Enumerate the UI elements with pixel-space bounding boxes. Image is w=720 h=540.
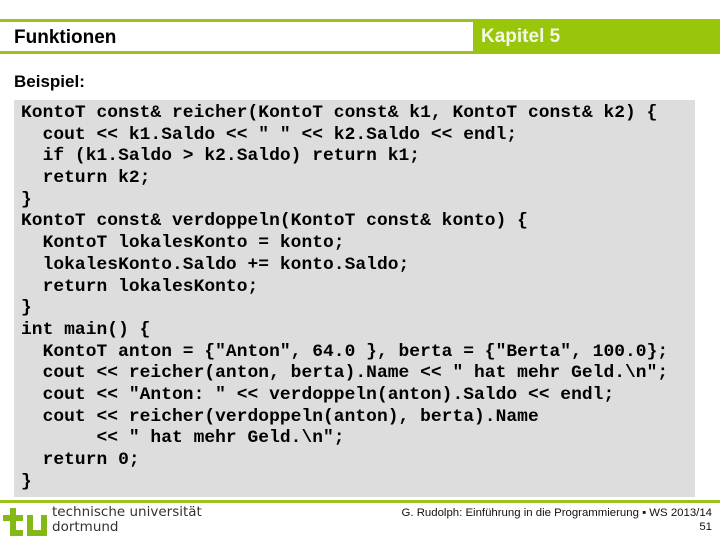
code-line: cout << k1.Saldo << " " << k2.Saldo << e… (21, 124, 518, 145)
section-heading: Beispiel: (14, 72, 85, 91)
slide-title: Funktionen (14, 27, 117, 48)
code-line: lokalesKonto.Saldo += konto.Saldo; (21, 254, 410, 275)
page-number: 51 (699, 521, 712, 533)
code-line: cout << reicher(verdoppeln(anton), berta… (21, 406, 539, 427)
code-line: << " hat mehr Geld.\n"; (21, 428, 345, 449)
course-credit: G. Rudolph: Einführung in die Programmie… (401, 507, 713, 519)
code-line: KontoT const& verdoppeln(KontoT const& k… (21, 211, 528, 232)
code-line: KontoT const& reicher(KontoT const& k1, … (21, 103, 658, 123)
footer-credit: G. Rudolph: Einführung in die Programmie… (402, 506, 713, 534)
code-line: } (21, 189, 32, 210)
chapter-badge: Kapitel 5 (473, 19, 720, 54)
code-line: return k2; (21, 168, 151, 189)
code-line: return 0; (21, 450, 140, 470)
code-line: } (21, 471, 32, 492)
code-line: } (21, 298, 32, 319)
university-name: technische universität dortmund (52, 505, 202, 534)
footer-divider (0, 500, 720, 503)
code-line: cout << "Anton: " << verdoppeln(anton).S… (21, 384, 615, 405)
code-line: return lokalesKonto; (21, 276, 259, 297)
code-listing: KontoT const& reicher(KontoT const& k1, … (21, 103, 668, 493)
header-bottom-divider (0, 51, 476, 54)
code-line: int main() { (21, 319, 151, 340)
code-line: cout << reicher(anton, berta).Name << " … (21, 363, 669, 384)
university-name-line1: technische universität (52, 504, 202, 520)
code-line: KontoT lokalesKonto = konto; (21, 233, 345, 254)
tu-logo-icon (3, 508, 47, 536)
code-block: KontoT const& reicher(KontoT const& k1, … (14, 100, 695, 497)
university-name-line2: dortmund (52, 518, 119, 535)
chapter-label: Kapitel 5 (481, 26, 561, 47)
code-line: KontoT anton = {"Anton", 64.0 }, berta =… (21, 341, 669, 362)
code-line: if (k1.Saldo > k2.Saldo) return k1; (21, 146, 421, 167)
